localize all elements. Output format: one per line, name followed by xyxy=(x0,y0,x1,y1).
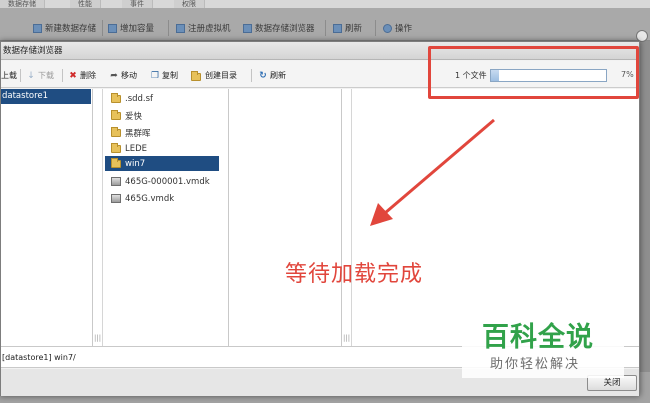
watermark: 百科全说 助你轻松解决 xyxy=(462,312,624,378)
watermark-title: 百科全说 xyxy=(482,322,594,353)
watermark-subtitle: 助你轻松解决 xyxy=(490,357,581,372)
annotation-caption: 等待加载完成 xyxy=(285,262,424,287)
